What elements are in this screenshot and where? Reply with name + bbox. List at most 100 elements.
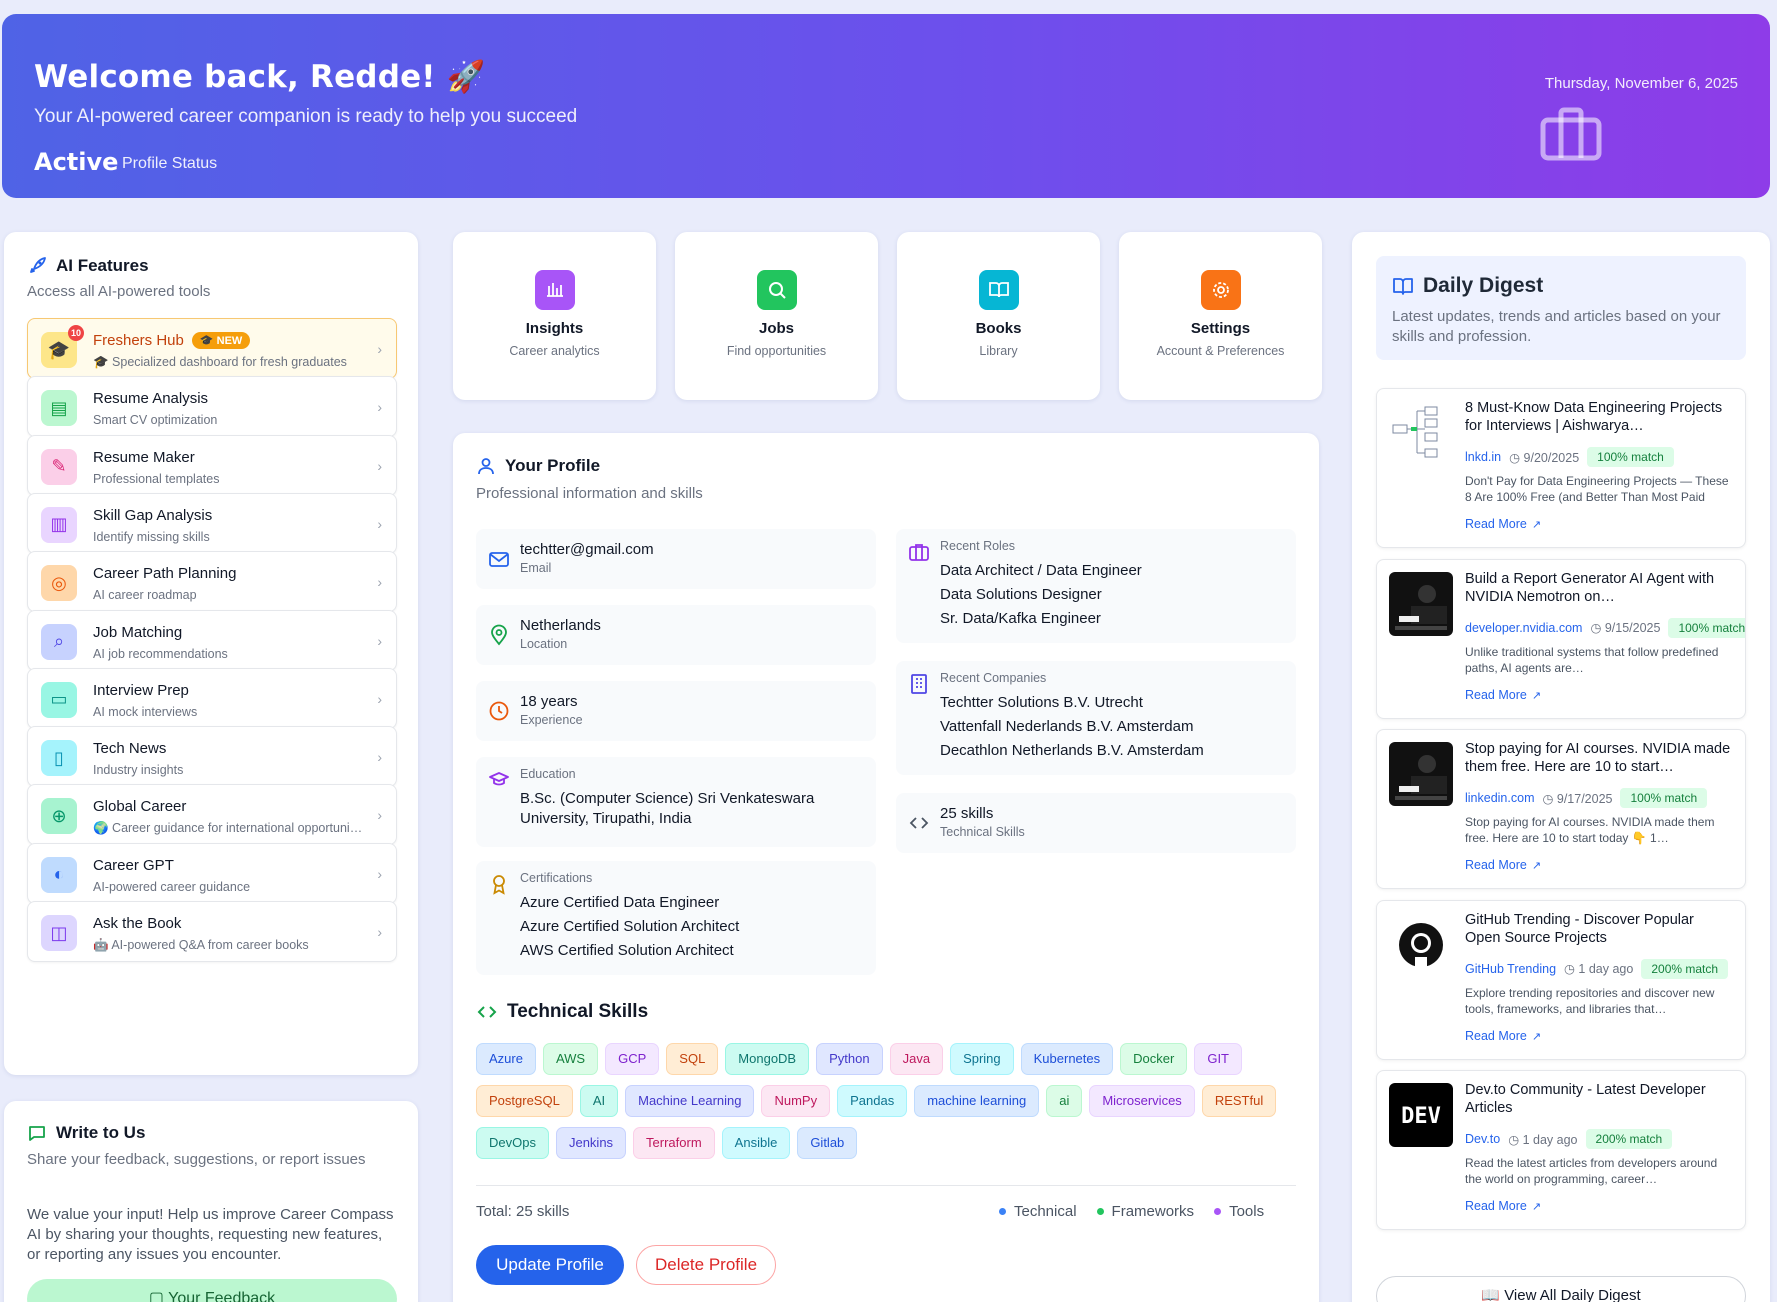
graduation-cap-icon bbox=[489, 772, 509, 786]
globe-icon: ⊕ bbox=[41, 798, 77, 835]
read-more-link[interactable]: Read More ↗ bbox=[1465, 688, 1541, 702]
article-title[interactable]: Stop paying for AI courses. NVIDIA made … bbox=[1465, 740, 1733, 776]
quick-card-settings[interactable]: Settings Account & Preferences bbox=[1119, 232, 1322, 400]
article-meta: developer.nvidia.com ◷ 9/15/2025 100% matc… bbox=[1465, 617, 1745, 638]
feature-description: 🎓 Specialized dashboard for fresh gradua… bbox=[93, 355, 347, 369]
article-thumbnail bbox=[1389, 571, 1453, 636]
book-icon: ▯ bbox=[41, 740, 77, 777]
experience-value: 18 years bbox=[520, 693, 578, 710]
article-source[interactable]: Dev.to bbox=[1465, 1132, 1500, 1146]
ai-features-heading: AI Features bbox=[27, 256, 149, 276]
user-icon bbox=[478, 458, 494, 475]
role-item: Sr. Data/Kafka Engineer bbox=[940, 610, 1101, 627]
feature-item-career-gpt[interactable]: ◐ Career GPT AI-powered career guidance › bbox=[27, 842, 397, 904]
feature-item-tech-news[interactable]: ▯ Tech News Industry insights › bbox=[27, 726, 397, 788]
digest-article[interactable]: GitHub Trending - Discover Popular Open … bbox=[1376, 899, 1746, 1060]
skill-chip: machine learning bbox=[914, 1085, 1040, 1117]
feature-item-resume-analysis[interactable]: ▤ Resume Analysis Smart CV optimization › bbox=[27, 376, 397, 438]
external-link-icon: ↗ bbox=[1531, 1030, 1542, 1043]
feature-description: AI job recommendations bbox=[93, 646, 228, 661]
read-more-link[interactable]: Read More ↗ bbox=[1465, 858, 1541, 872]
award-icon bbox=[493, 875, 505, 895]
chevron-right-icon: › bbox=[377, 457, 382, 474]
article-source[interactable]: linkedin.com bbox=[1465, 791, 1534, 805]
feature-item-global-career[interactable]: ⊕ Global Career 🌍 Career guidance for inte… bbox=[27, 784, 397, 846]
profile-panel: Your Profile Professional information an… bbox=[453, 433, 1319, 1302]
open-book-icon bbox=[1393, 278, 1413, 295]
feature-label: Career GPT bbox=[93, 857, 174, 874]
chevron-right-icon: › bbox=[377, 341, 382, 357]
quick-card-jobs[interactable]: Jobs Find opportunities bbox=[675, 232, 878, 400]
role-item: Data Architect / Data Engineer bbox=[940, 562, 1142, 579]
feature-item-freshers-hub[interactable]: 🎓 10 Freshers Hub 🎓 NEW 🎓 Specialized dashbo… bbox=[27, 318, 397, 379]
gear-icon bbox=[1201, 270, 1241, 310]
article-thumbnail bbox=[1389, 912, 1453, 977]
quick-card-title: Settings bbox=[1190, 320, 1251, 337]
feature-title: Global Career bbox=[93, 798, 187, 816]
feature-title: Freshers Hub bbox=[93, 332, 184, 349]
quick-card-insights[interactable]: Insights Career analytics bbox=[453, 232, 656, 400]
skill-chip: DevOps bbox=[476, 1127, 549, 1159]
digest-article[interactable]: Build a Report Generator AI Agent with N… bbox=[1376, 558, 1746, 719]
skill-chip: RESTful bbox=[1201, 1085, 1277, 1117]
location-card: Netherlands Location bbox=[476, 605, 876, 665]
feature-description: AI career roadmap bbox=[93, 588, 197, 603]
delete-profile-button[interactable]: Delete Profile bbox=[636, 1245, 776, 1285]
article-source[interactable]: GitHub Trending bbox=[1465, 962, 1556, 976]
external-link-icon: ↗ bbox=[1531, 689, 1542, 702]
read-more-link[interactable]: Read More ↗ bbox=[1465, 1029, 1541, 1043]
recent-roles-label: Recent Roles bbox=[940, 539, 1016, 553]
view-all-digest-button[interactable]: 📖 View All Daily Digest bbox=[1376, 1276, 1746, 1302]
article-title[interactable]: 8 Must-Know Data Engineering Projects fo… bbox=[1465, 399, 1733, 435]
clock-icon: ◷ bbox=[1590, 621, 1605, 635]
update-profile-button[interactable]: Update Profile bbox=[476, 1245, 624, 1285]
legend-item: Tools bbox=[1214, 1203, 1264, 1220]
feature-item-job-matching[interactable]: ⌕ Job Matching AI job recommendations › bbox=[27, 609, 397, 671]
education-label: Education bbox=[520, 767, 576, 781]
legend-dot bbox=[1096, 1208, 1104, 1215]
article-title[interactable]: Dev.to Community - Latest Developer Arti… bbox=[1465, 1081, 1733, 1117]
article-source[interactable]: developer.nvidia.com bbox=[1465, 621, 1582, 635]
feature-item-interview-prep[interactable]: ▭ Interview Prep AI mock interviews › bbox=[27, 667, 397, 729]
quick-card-subtitle: Career analytics bbox=[509, 344, 600, 358]
chevron-right-icon: › bbox=[377, 515, 382, 532]
skills-count-value: 25 skills bbox=[940, 805, 994, 822]
article-title[interactable]: GitHub Trending - Discover Popular Open … bbox=[1465, 911, 1733, 947]
company-item: Vattenfall Nederlands B.V. Amsterdam bbox=[940, 718, 1194, 735]
read-more-link[interactable]: Read More ↗ bbox=[1465, 1199, 1541, 1213]
profile-subtitle: Professional information and skills bbox=[476, 485, 703, 502]
feature-description: Smart CV optimization bbox=[93, 413, 218, 428]
feedback-button[interactable]: ▢ Your Feedback bbox=[27, 1279, 397, 1302]
feature-title: Ask the Book bbox=[93, 915, 182, 932]
article-source[interactable]: lnkd.in bbox=[1465, 450, 1501, 464]
feature-item-ask-the-book[interactable]: ◫ Ask the Book 🤖 AI-powered Q&A from caree… bbox=[27, 901, 397, 962]
feature-title: Job Matching bbox=[93, 623, 183, 641]
chevron-right-icon: › bbox=[377, 574, 382, 591]
role-item: Data Solutions Designer bbox=[940, 586, 1102, 603]
skills-legend: Technical Frameworks Tools bbox=[999, 1203, 1264, 1220]
feedback-icon: ▢ bbox=[148, 1290, 169, 1302]
skill-chip: Docker bbox=[1120, 1043, 1188, 1075]
feature-item-skill-gap-analysis[interactable]: ▥ Skill Gap Analysis Identify missing skil… bbox=[27, 492, 397, 554]
chevron-right-icon: › bbox=[377, 399, 382, 416]
skill-chip: Microservices bbox=[1089, 1085, 1195, 1117]
location-value: Netherlands bbox=[520, 617, 601, 634]
legend-label: Technical bbox=[1014, 1203, 1077, 1220]
education-card: Education B.Sc. (Computer Science) Sri V… bbox=[476, 757, 876, 847]
skills-count-card: 25 skills Technical Skills bbox=[896, 793, 1296, 853]
digest-article[interactable]: DEV Dev.to Community - Latest Developer A… bbox=[1376, 1070, 1746, 1230]
digest-article[interactable]: 8 Must-Know Data Engineering Projects fo… bbox=[1376, 388, 1746, 548]
read-more-link[interactable]: Read More ↗ bbox=[1465, 517, 1541, 531]
digest-article[interactable]: Stop paying for AI courses. NVIDIA made … bbox=[1376, 729, 1746, 889]
quick-card-books[interactable]: Books Library bbox=[897, 232, 1100, 400]
feature-item-career-path-planning[interactable]: ◎ Career Path Planning AI career roadmap › bbox=[27, 551, 397, 613]
skill-chip: Gitlab bbox=[797, 1127, 858, 1159]
ai-features-panel: AI Features Access all AI-powered tools … bbox=[4, 232, 418, 1075]
feature-title: Resume Maker bbox=[93, 448, 195, 466]
feature-description: AI-powered career guidance bbox=[93, 879, 251, 894]
external-link-icon: ↗ bbox=[1531, 519, 1542, 531]
match-badge: 100% match bbox=[1668, 617, 1745, 638]
skill-chip: GIT bbox=[1194, 1043, 1242, 1075]
article-title[interactable]: Build a Report Generator AI Agent with N… bbox=[1465, 570, 1733, 606]
feature-item-resume-maker[interactable]: ✎ Resume Maker Professional templates › bbox=[27, 434, 397, 496]
